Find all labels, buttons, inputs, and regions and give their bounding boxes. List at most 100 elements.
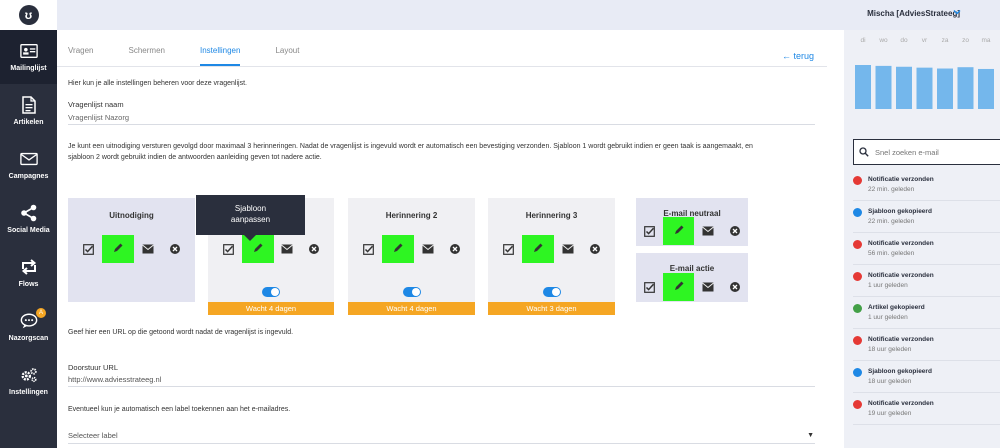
description-line-2: sjabloon 2 wordt gebruikt indien de antw… xyxy=(68,154,322,161)
close-icon[interactable] xyxy=(168,243,181,256)
logo[interactable]: ʊ xyxy=(0,0,57,30)
flow-arrows-icon xyxy=(20,258,38,276)
edit-template-button[interactable] xyxy=(522,235,554,263)
intro-text: Hier kun je alle instellingen beheren vo… xyxy=(68,80,247,87)
template-title: Herinnering 2 xyxy=(385,211,438,220)
chart-bar-di xyxy=(855,65,871,109)
activity-time: 22 min. geleden xyxy=(868,218,915,225)
edit-template-button[interactable] xyxy=(102,235,134,263)
activity-time: 22 min. geleden xyxy=(868,186,915,193)
template-title: Herinnering 3 xyxy=(525,211,578,220)
sidebar-item-artikelen[interactable]: Artikelen xyxy=(0,84,57,138)
activity-time: 18 uur geleden xyxy=(868,346,912,353)
notification-icon xyxy=(853,336,862,345)
weekday-label: za xyxy=(941,37,949,44)
top-bar: ʊ Mischa [AdviesStrateeg] xyxy=(0,0,1000,30)
sidebar-item-mailinglijst[interactable]: Mailinglijst xyxy=(0,30,57,84)
template-title: E-mail actie xyxy=(669,264,715,273)
enable-toggle[interactable] xyxy=(402,287,421,297)
search-input[interactable] xyxy=(875,147,995,157)
name-field-input[interactable]: Vragenlijst Nazorg xyxy=(68,113,129,122)
address-card-icon xyxy=(19,42,38,60)
envelope-icon[interactable] xyxy=(141,243,154,256)
notification-icon xyxy=(853,240,862,249)
pencil-icon xyxy=(673,280,685,294)
activity-panel: di wo do vr za zo ma Notificatie verzonden 22 m… xyxy=(844,30,1000,448)
close-icon[interactable] xyxy=(308,243,321,256)
sidebar-item-campagnes[interactable]: Campagnes xyxy=(0,138,57,192)
logo-icon: ʊ xyxy=(18,5,39,25)
copy-icon xyxy=(853,208,862,217)
divider xyxy=(853,392,1000,393)
enable-toggle[interactable] xyxy=(262,287,280,297)
divider xyxy=(853,360,1000,361)
tooltip-line-2: aanpassen xyxy=(230,215,271,224)
sidebar-item-nazorgscan[interactable]: Nazorgscan A xyxy=(0,300,57,354)
close-icon[interactable] xyxy=(448,243,461,256)
envelope-icon[interactable] xyxy=(421,243,434,256)
envelope-icon[interactable] xyxy=(281,243,294,256)
wait-label: Wacht 4 dagen xyxy=(208,302,334,315)
tab-instellingen[interactable]: Instellingen xyxy=(199,46,241,66)
redirect-url-input[interactable]: http://www.adviesstrateeg.nl xyxy=(68,375,161,384)
pencil-icon xyxy=(112,242,124,256)
activity-time: 1 uur geleden xyxy=(868,282,908,289)
enable-toggle[interactable] xyxy=(542,287,561,297)
activity-title: Notificatie verzonden xyxy=(868,176,934,183)
close-icon[interactable] xyxy=(728,281,741,294)
checkbox-icon[interactable] xyxy=(362,243,375,256)
divider xyxy=(853,424,1000,425)
sidebar-item-label: Campagnes xyxy=(8,173,49,180)
pencil-icon xyxy=(532,242,544,256)
sidebar: Mailinglijst Artikelen Campagnes Social … xyxy=(0,30,57,448)
label-select[interactable]: Selecteer label xyxy=(68,431,118,440)
envelope-icon[interactable] xyxy=(701,225,714,238)
close-icon[interactable] xyxy=(588,243,601,256)
redirect-field-underline xyxy=(68,386,815,387)
sidebar-item-label: Flows xyxy=(18,281,39,288)
checkbox-icon[interactable] xyxy=(502,243,515,256)
sidebar-item-label: Nazorgscan xyxy=(8,335,49,342)
chevron-down-icon[interactable]: ▼ xyxy=(807,432,814,439)
share-icon xyxy=(20,204,38,222)
sidebar-item-instellingen[interactable]: Instellingen xyxy=(0,354,57,408)
envelope-icon[interactable] xyxy=(701,281,714,294)
edit-template-button[interactable] xyxy=(662,217,695,245)
checkbox-icon[interactable] xyxy=(643,281,656,294)
weekday-labels: di wo do vr za zo ma xyxy=(853,37,999,44)
checkbox-icon[interactable] xyxy=(643,225,656,238)
tab-schermen[interactable]: Schermen xyxy=(129,46,165,66)
name-field-label: Vragenlijst naam xyxy=(68,100,124,109)
tab-layout[interactable]: Layout xyxy=(275,46,299,66)
name-field-underline xyxy=(68,124,815,125)
label-select-underline xyxy=(68,443,815,444)
close-icon[interactable] xyxy=(728,225,741,238)
tab-vragen[interactable]: Vragen xyxy=(68,46,94,66)
activity-chart xyxy=(855,65,994,109)
checkbox-icon[interactable] xyxy=(82,243,95,256)
search-box[interactable] xyxy=(853,139,1000,165)
sidebar-item-label: Instellingen xyxy=(9,389,48,396)
notification-badge: A xyxy=(36,308,46,318)
envelope-icon xyxy=(19,150,38,168)
redirect-intro: Geef hier een URL op die getoond wordt n… xyxy=(68,329,294,336)
gears-icon xyxy=(20,366,38,384)
document-icon xyxy=(20,96,38,114)
edit-template-button[interactable] xyxy=(662,273,695,301)
back-link[interactable]: ← terug xyxy=(782,51,814,61)
chevron-down-icon[interactable] xyxy=(952,7,962,20)
divider xyxy=(853,328,1000,329)
chart-bar-za xyxy=(937,68,953,109)
user-name[interactable]: Mischa [AdviesStrateeg] xyxy=(867,9,960,18)
weekday-label: wo xyxy=(879,37,888,44)
sidebar-item-flows[interactable]: Flows xyxy=(0,246,57,300)
chat-bubble-icon xyxy=(20,312,38,330)
label-intro: Eventueel kun je automatisch een label t… xyxy=(68,406,291,413)
description-line-1: Je kunt een uitnodiging versturen gevolg… xyxy=(68,143,753,150)
activity-title: Artikel gekopieerd xyxy=(868,304,925,311)
edit-template-button[interactable] xyxy=(382,235,414,263)
notification-icon xyxy=(853,176,862,185)
checkbox-icon[interactable] xyxy=(222,243,235,256)
sidebar-item-social-media[interactable]: Social Media xyxy=(0,192,57,246)
envelope-icon[interactable] xyxy=(561,243,574,256)
